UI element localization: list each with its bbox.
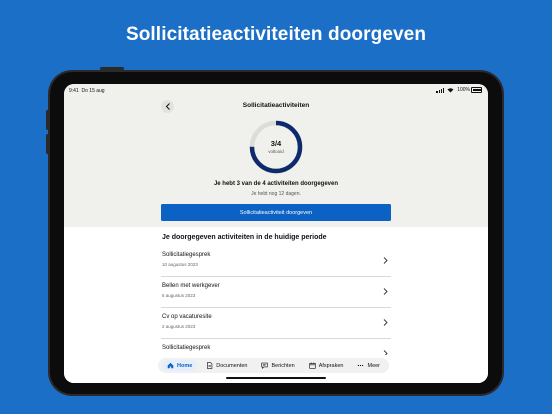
section-title: Je doorgegeven activiteiten in de huidig… [162, 234, 327, 241]
tab-label: Documenten [216, 362, 248, 369]
battery-icon: 100% [457, 87, 482, 93]
home-icon [167, 362, 174, 369]
more-icon [358, 364, 364, 367]
activity-list: Sollicitatiegesprek 10 augustus 2023 Bel… [161, 246, 391, 369]
activity-date: 10 augustus 2023 [162, 262, 198, 267]
document-icon [207, 362, 213, 369]
chevron-right-icon [383, 319, 388, 326]
tab-documenten[interactable]: Documenten [201, 360, 252, 371]
app-screen: 9:41 Do 15 aug 100% Sollicitatieactivite… [64, 84, 488, 383]
activity-title: Bellen met werkgever [162, 283, 220, 289]
tab-afspraken[interactable]: Afspraken [304, 360, 349, 371]
tab-group: Home Documenten Berichten Afspraken Meer [158, 358, 390, 373]
activity-date: 5 augustus 2023 [162, 293, 196, 298]
progress-summary: 3/4 voltooid Je hebt 3 van de 4 activite… [64, 115, 488, 227]
home-indicator [226, 377, 326, 379]
submit-activity-button[interactable]: Sollicitatieactiviteit doorgeven [161, 204, 391, 221]
activity-date: 2 augustus 2023 [162, 324, 196, 329]
days-remaining: Je hebt nog 12 dagen. [251, 191, 301, 197]
volume-button-2 [46, 134, 49, 154]
page-headline: Sollicitatieactiviteiten doorgeven [125, 24, 427, 45]
activity-row[interactable]: Cv op vacaturesite 2 augustus 2023 [161, 308, 391, 339]
navigation-bar: Sollicitatieactiviteiten [64, 98, 488, 115]
system-indicators: 100% [436, 87, 482, 93]
status-bar: 9:41 Do 15 aug 100% [64, 84, 488, 98]
power-button [100, 67, 124, 70]
signal-icon [436, 87, 445, 93]
activity-row[interactable]: Bellen met werkgever 5 augustus 2023 [161, 277, 391, 308]
tab-home[interactable]: Home [162, 360, 198, 371]
tab-bar: Home Documenten Berichten Afspraken Meer [64, 355, 488, 383]
wifi-icon [447, 87, 454, 92]
tab-label: Meer [367, 362, 381, 369]
activity-title: Sollicitatiegesprek [162, 252, 211, 258]
volume-button [46, 110, 49, 130]
progress-count: 3/4 [270, 139, 282, 148]
chevron-right-icon [383, 257, 388, 264]
status-time: 9:41 Do 15 aug [69, 88, 105, 94]
activity-title: Cv op vacaturesite [162, 314, 212, 320]
activity-row[interactable]: Sollicitatiegesprek 10 augustus 2023 [161, 246, 391, 277]
chevron-right-icon [383, 288, 388, 295]
calendar-icon [309, 362, 316, 369]
progress-message: Je hebt 3 van de 4 activiteiten doorgege… [213, 181, 339, 187]
tab-label: Berichten [271, 362, 295, 369]
message-icon [261, 362, 269, 369]
progress-label: voltooid [268, 149, 284, 154]
activity-title: Sollicitatiegesprek [162, 345, 211, 351]
tab-berichten[interactable]: Berichten [256, 360, 299, 371]
tab-label: Home [177, 362, 193, 369]
screen-title: Sollicitatieactiviteiten [242, 102, 310, 109]
tab-meer[interactable]: Meer [352, 360, 385, 371]
tab-label: Afspraken [318, 362, 344, 369]
